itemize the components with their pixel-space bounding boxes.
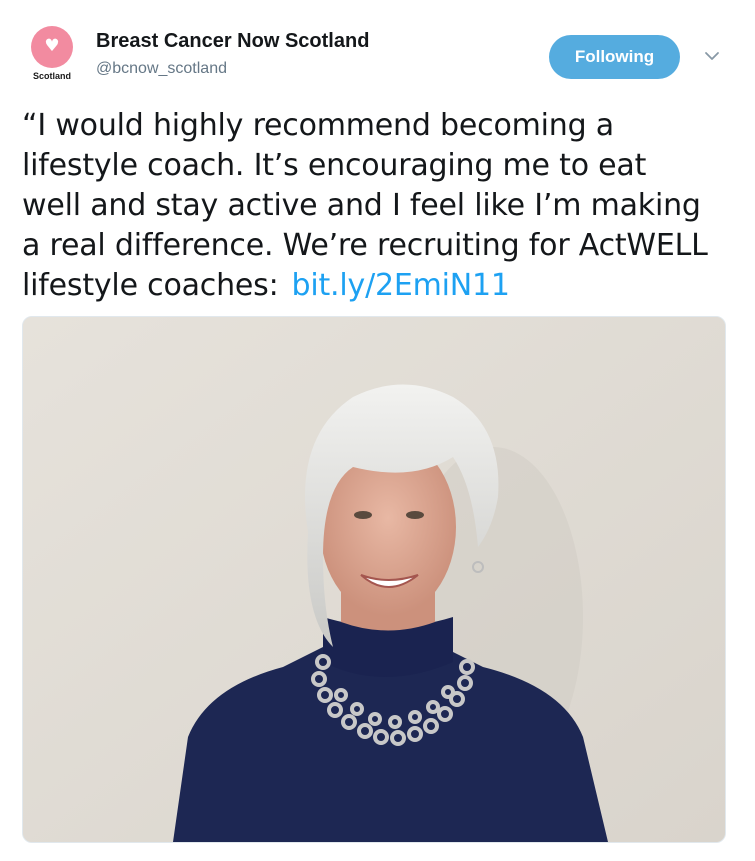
- tweet-text-line: well and stay active and I feel like I’m…: [22, 188, 701, 223]
- chevron-down-icon[interactable]: [700, 46, 724, 66]
- account-avatar[interactable]: ♥ Scotland: [24, 26, 80, 84]
- heart-logo-icon: ♥: [31, 26, 73, 68]
- tweet-text-last-line: lifestyle coaches: bit.ly/2EmiN11: [22, 266, 732, 306]
- tweet-card: ♥ Scotland Breast Cancer Now Scotland @b…: [0, 0, 755, 861]
- tweet-photo[interactable]: [22, 316, 726, 843]
- tweet-link[interactable]: bit.ly/2EmiN11: [292, 268, 510, 303]
- portrait-photo: [23, 317, 725, 842]
- tweet-text: “I would highly recommend becoming a lif…: [22, 106, 732, 306]
- tweet-text-line: “I would highly recommend becoming a: [22, 108, 614, 143]
- following-button[interactable]: Following: [549, 35, 680, 79]
- tweet-text-line: lifestyle coach. It’s encouraging me to …: [22, 148, 647, 183]
- avatar-label: Scotland: [32, 71, 71, 81]
- tweet-header: ♥ Scotland Breast Cancer Now Scotland @b…: [0, 0, 755, 100]
- tweet-text-line: lifestyle coaches:: [22, 268, 279, 303]
- account-display-name[interactable]: Breast Cancer Now Scotland: [96, 30, 369, 53]
- account-screen-name[interactable]: @bcnow_scotland: [96, 60, 227, 78]
- tweet-text-line: a real difference. We’re recruiting for …: [22, 228, 708, 263]
